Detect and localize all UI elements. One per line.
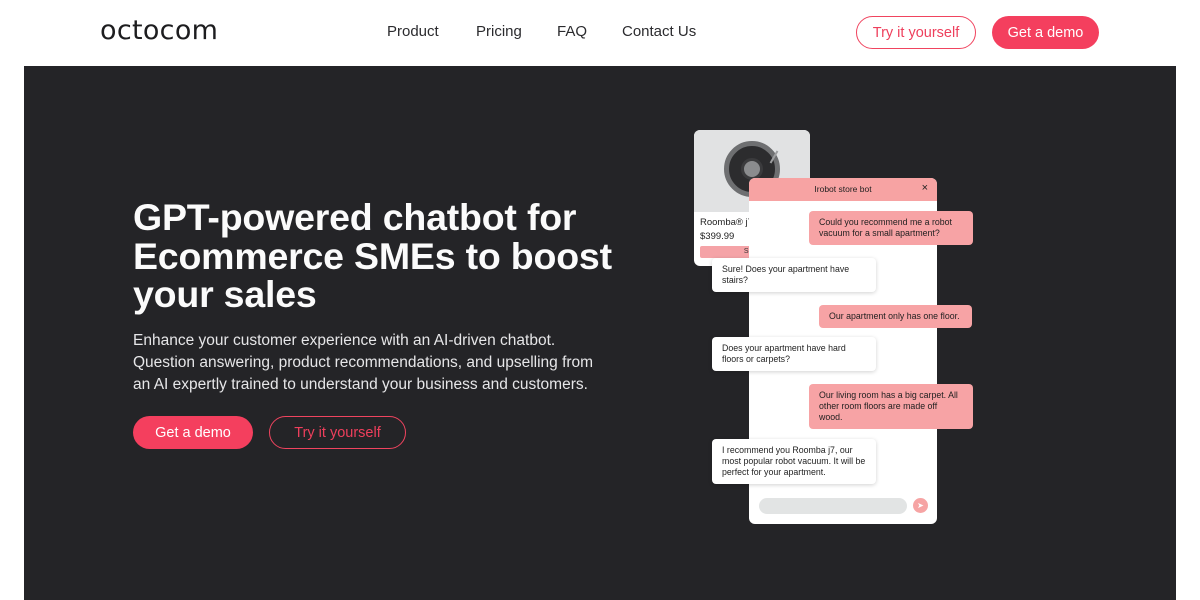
close-icon[interactable]: ×	[922, 182, 928, 194]
hero-subtext: Enhance your customer experience with an…	[133, 332, 594, 393]
hero-section: GPT-powered chatbot for Ecommerce SMEs t…	[24, 66, 1176, 600]
logo[interactable]: octocom	[100, 15, 218, 46]
chat-message-input[interactable]	[759, 498, 907, 514]
header-try-it-yourself-button[interactable]: Try it yourself	[856, 16, 976, 49]
chat-message-bot: Does your apartment have hard floors or …	[712, 337, 876, 371]
chat-message-user: Could you recommend me a robot vacuum fo…	[809, 211, 973, 245]
nav-product[interactable]: Product	[387, 23, 439, 40]
product-price: $399.99	[700, 231, 735, 242]
header-get-a-demo-button[interactable]: Get a demo	[992, 16, 1099, 49]
hero-get-a-demo-button[interactable]: Get a demo	[133, 416, 253, 449]
hero-try-it-yourself-button[interactable]: Try it yourself	[269, 416, 406, 449]
chat-message-user: Our living room has a big carpet. All ot…	[809, 384, 973, 429]
hero-headline: GPT-powered chatbot for Ecommerce SMEs t…	[133, 196, 612, 315]
chat-header: Irobot store bot ×	[749, 178, 937, 201]
send-icon[interactable]: ➤	[913, 498, 928, 513]
site-header: octocom Product Pricing FAQ Contact Us T…	[0, 0, 1200, 66]
chat-message-bot: Sure! Does your apartment have stairs?	[712, 258, 876, 292]
nav-pricing[interactable]: Pricing	[476, 23, 522, 40]
chat-title: Irobot store bot	[814, 184, 872, 194]
chat-message-bot: I recommend you Roomba j7, our most popu…	[712, 439, 876, 484]
nav-faq[interactable]: FAQ	[557, 23, 587, 40]
chat-message-user: Our apartment only has one floor.	[819, 305, 972, 328]
product-name: Roomba® j7	[700, 217, 753, 228]
nav-contact-us[interactable]: Contact Us	[622, 23, 696, 40]
